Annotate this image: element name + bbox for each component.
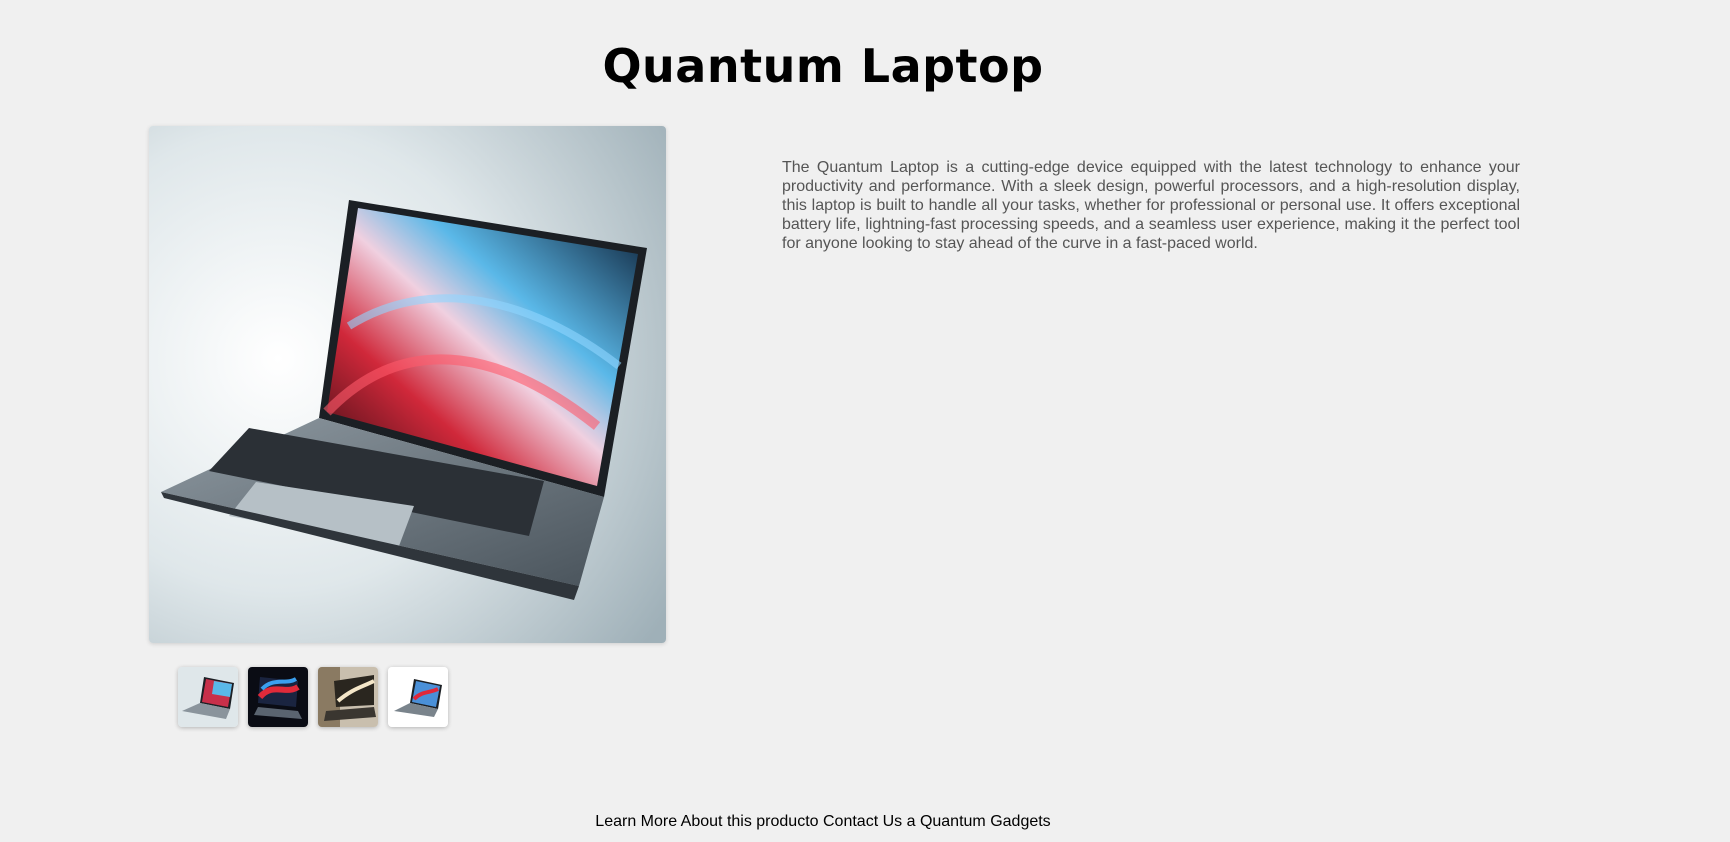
learn-more-link[interactable]: Learn More About this producto — [595, 813, 818, 830]
thumbnail-strip — [178, 667, 448, 727]
thumbnail-2[interactable] — [248, 667, 308, 727]
contact-us-link[interactable]: Contact Us — [823, 813, 902, 830]
footer: Learn More About this producto Contact U… — [0, 812, 1646, 832]
thumbnail-4[interactable] — [388, 667, 448, 727]
thumbnail-1[interactable] — [178, 667, 238, 727]
footer-brand: a Quantum Gadgets — [906, 813, 1051, 830]
product-description: The Quantum Laptop is a cutting-edge dev… — [782, 159, 1520, 252]
main-product-image — [149, 126, 666, 643]
thumbnail-3[interactable] — [318, 667, 378, 727]
page-title: Quantum Laptop — [602, 39, 1044, 93]
